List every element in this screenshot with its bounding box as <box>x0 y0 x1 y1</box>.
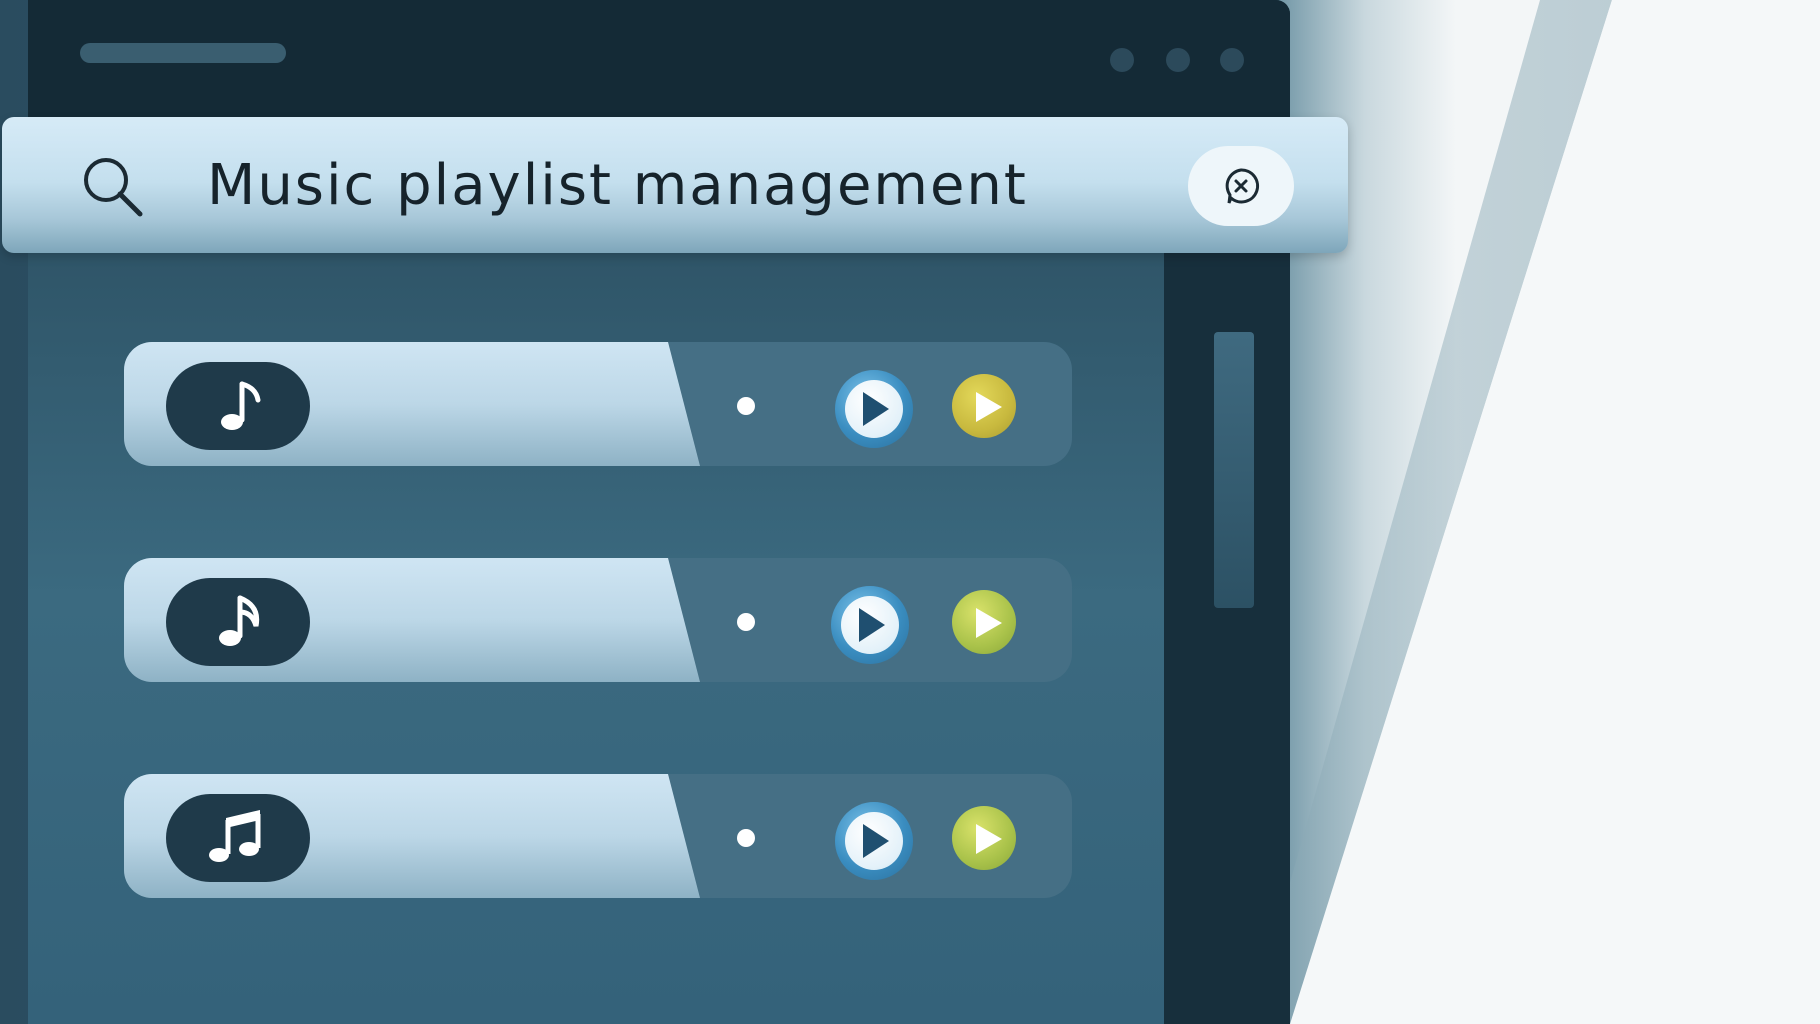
playlist-track-row[interactable] <box>124 774 1072 898</box>
play-preview-button[interactable] <box>952 374 1016 438</box>
playlist-track-row[interactable] <box>124 558 1072 682</box>
play-button[interactable] <box>835 802 913 880</box>
music-note-icon[interactable] <box>166 578 310 666</box>
play-preview-button[interactable] <box>952 806 1016 870</box>
clear-icon <box>1225 168 1260 204</box>
play-icon <box>976 608 1002 638</box>
window-control-close[interactable] <box>1220 48 1244 72</box>
music-note-icon[interactable] <box>166 362 310 450</box>
status-dot <box>737 613 755 631</box>
beamed-notes-icon[interactable] <box>166 794 310 882</box>
clear-search-button[interactable] <box>1188 146 1294 226</box>
play-preview-button[interactable] <box>952 590 1016 654</box>
status-dot <box>737 829 755 847</box>
play-button[interactable] <box>835 370 913 448</box>
playlist-track-row[interactable] <box>124 342 1072 466</box>
window-control-maximize[interactable] <box>1166 48 1190 72</box>
play-icon <box>863 392 889 426</box>
window-control-minimize[interactable] <box>1110 48 1134 72</box>
play-icon <box>863 824 889 858</box>
scrollbar-thumb[interactable] <box>1214 332 1254 608</box>
title-bar <box>28 0 1290 120</box>
play-icon <box>859 608 885 642</box>
play-icon <box>976 824 1002 854</box>
play-button[interactable] <box>831 586 909 664</box>
status-dot <box>737 397 755 415</box>
play-icon <box>976 392 1002 422</box>
title-placeholder <box>80 43 286 63</box>
search-input[interactable]: Music playlist management <box>207 150 1087 222</box>
search-icon[interactable] <box>80 154 146 220</box>
